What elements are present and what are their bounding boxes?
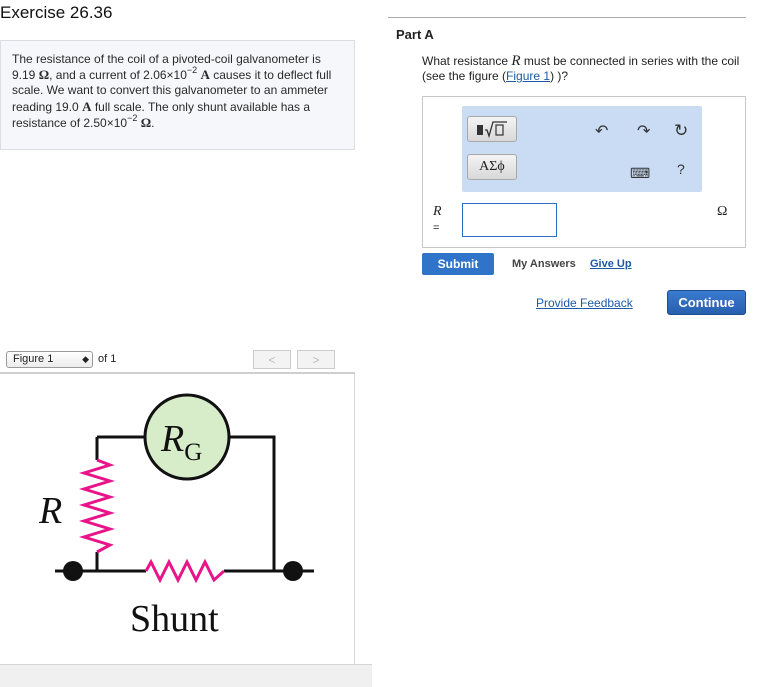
problem-statement: The resistance of the coil of a pivoted-… bbox=[0, 40, 355, 150]
resistor-label: R bbox=[38, 490, 62, 532]
terminal-right bbox=[283, 561, 303, 581]
greek-symbols-button[interactable]: ΑΣϕ bbox=[467, 154, 517, 180]
reset-icon[interactable]: ↻ bbox=[674, 122, 688, 139]
equals-sign: = bbox=[433, 222, 440, 234]
answer-input[interactable] bbox=[462, 203, 557, 237]
figure-count: of 1 bbox=[98, 353, 117, 365]
resistor-r bbox=[78, 458, 116, 554]
exercise-title: Exercise 26.36 bbox=[0, 3, 113, 22]
ohm-symbol: Ω bbox=[140, 114, 152, 130]
exponent: −2 bbox=[186, 65, 198, 76]
redo-icon[interactable]: ↷ bbox=[637, 124, 650, 140]
shunt-label: Shunt bbox=[130, 598, 219, 640]
provide-feedback-link[interactable]: Provide Feedback bbox=[536, 296, 633, 310]
question-text-3: ) )? bbox=[550, 69, 569, 83]
part-title: Part A bbox=[396, 27, 434, 42]
amp-symbol: A bbox=[82, 98, 92, 114]
unit-label: Ω bbox=[717, 204, 728, 219]
prev-figure-button[interactable]: < bbox=[253, 350, 291, 369]
figure-select[interactable]: Figure 1 ◆ bbox=[6, 351, 93, 368]
part-divider bbox=[388, 17, 746, 18]
submit-button[interactable]: Submit bbox=[422, 253, 494, 275]
question-variable: R bbox=[511, 53, 521, 69]
keyboard-icon[interactable]: ⌨ bbox=[630, 165, 650, 181]
next-figure-button[interactable]: > bbox=[297, 350, 335, 369]
problem-text-5: . bbox=[151, 115, 155, 130]
templates-button[interactable] bbox=[467, 116, 517, 142]
give-up-link[interactable]: Give Up bbox=[590, 258, 632, 270]
math-toolbar: ΑΣϕ ↶ ↷ ↻ ⌨ ? bbox=[462, 106, 702, 192]
figure-scrollbar[interactable] bbox=[0, 664, 372, 687]
ohm-symbol: Ω bbox=[38, 67, 50, 83]
undo-icon[interactable]: ↶ bbox=[595, 124, 608, 140]
shunt-resistor bbox=[144, 558, 226, 584]
updown-arrows-icon: ◆ bbox=[82, 354, 89, 364]
help-icon[interactable]: ? bbox=[677, 161, 685, 177]
my-answers-link[interactable]: My Answers bbox=[512, 258, 576, 270]
wire bbox=[230, 435, 276, 571]
terminal-left bbox=[63, 561, 83, 581]
galvanometer-subscript: G bbox=[184, 439, 202, 466]
continue-button[interactable]: Continue bbox=[667, 290, 746, 315]
amp-symbol: A bbox=[200, 67, 210, 83]
figure-link[interactable]: Figure 1 bbox=[506, 69, 550, 83]
problem-text-2: , and a current of 2.06×10 bbox=[49, 68, 187, 83]
circuit-diagram: RG R Shunt bbox=[38, 393, 314, 640]
templates-icon bbox=[477, 121, 507, 138]
galvanometer bbox=[143, 393, 231, 481]
exponent: −2 bbox=[127, 112, 138, 123]
question-text: What resistance R must be connected in s… bbox=[422, 54, 752, 84]
question-text-1: What resistance bbox=[422, 54, 509, 68]
answer-variable-label: R bbox=[433, 204, 442, 219]
figure-select-value: Figure 1 bbox=[13, 353, 54, 365]
